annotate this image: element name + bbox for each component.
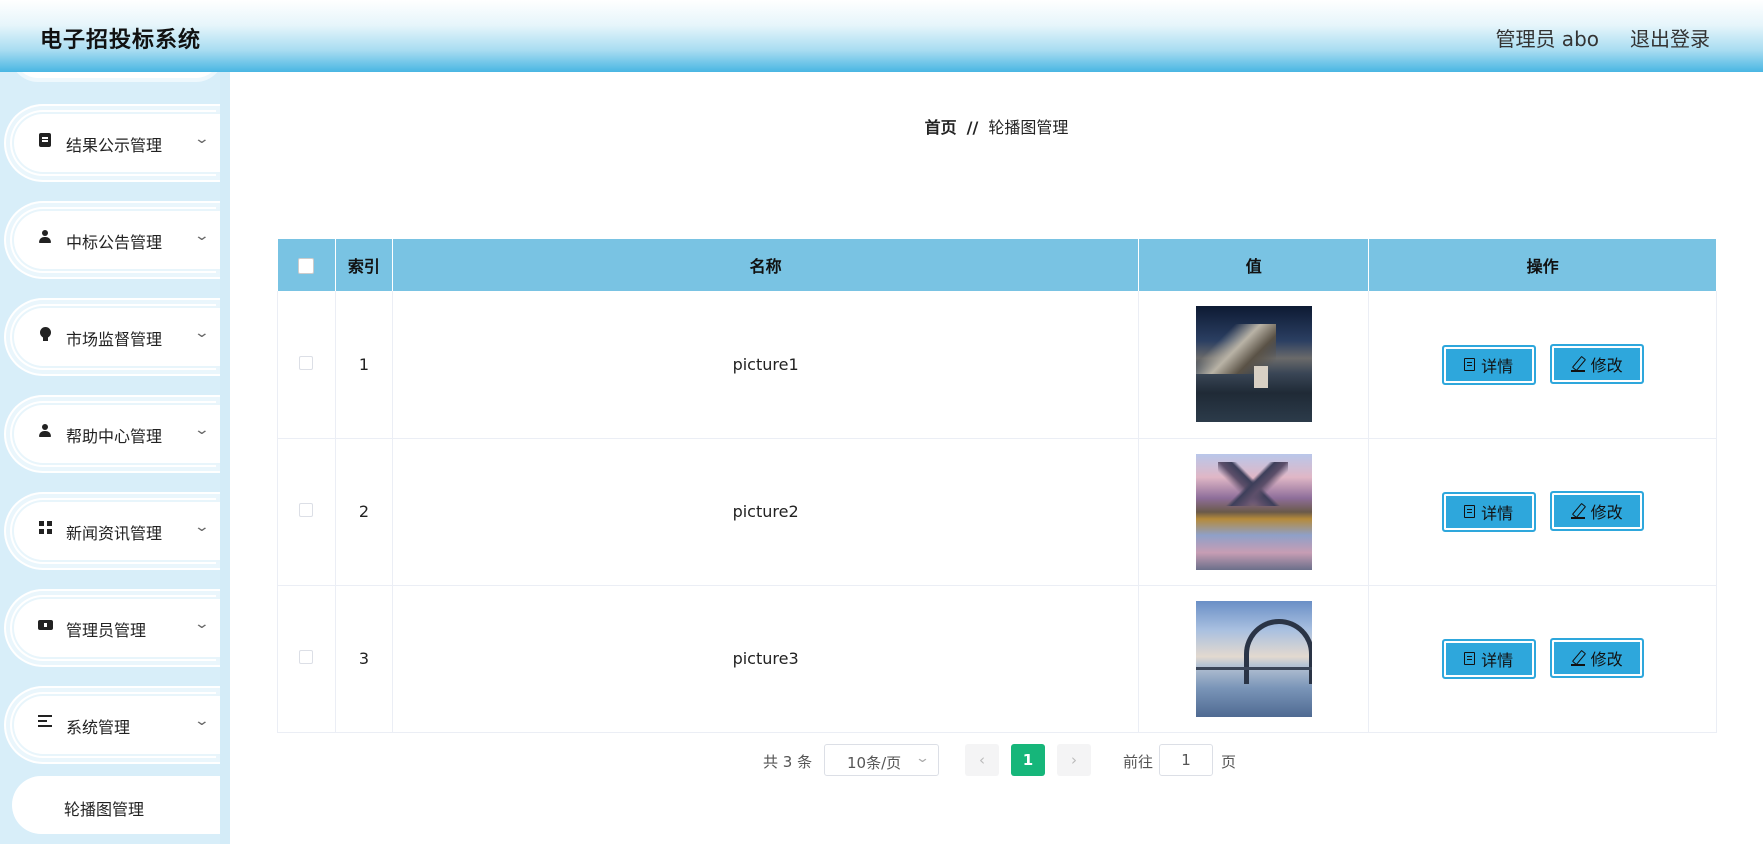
pencil-icon bbox=[1570, 357, 1585, 372]
page-size-select[interactable]: 10条/页 ⌄ bbox=[824, 744, 939, 776]
sidebar-subitem-carousel[interactable]: 轮播图管理 bbox=[12, 776, 220, 834]
row-name: picture2 bbox=[392, 438, 1140, 586]
edit-button[interactable]: 修改 bbox=[1549, 491, 1644, 532]
current-user: 管理员 abo bbox=[1495, 27, 1599, 51]
goto-page-input[interactable] bbox=[1159, 744, 1213, 776]
goto-label: 前往 bbox=[1123, 753, 1154, 771]
prev-page-button[interactable]: ‹ bbox=[965, 744, 999, 776]
user-icon bbox=[37, 230, 53, 246]
list-icon bbox=[37, 715, 53, 731]
page-suffix: 页 bbox=[1221, 753, 1237, 771]
row-checkbox[interactable] bbox=[299, 650, 314, 664]
breadcrumb: 首页 // 轮播图管理 bbox=[230, 114, 1763, 138]
sidebar-item-label: 管理员管理 bbox=[66, 621, 147, 640]
breadcrumb-current: 轮播图管理 bbox=[988, 118, 1069, 137]
sidebar-item-label: 系统管理 bbox=[66, 718, 131, 737]
detail-button[interactable]: 详情 bbox=[1441, 344, 1536, 385]
main-content: 首页//轮播图管理 索引 名称 值 操作 1 picture1 详情 修改 2 … bbox=[230, 72, 1763, 844]
chevron-down-icon: ⌄ bbox=[193, 422, 211, 438]
sidebar-item-help-center[interactable]: 帮助中心管理 ⌄ bbox=[6, 397, 220, 471]
sidebar-item-label: 中标公告管理 bbox=[66, 233, 163, 252]
thumbnail-image[interactable] bbox=[1195, 453, 1312, 570]
table-row: 3 picture3 详情 修改 bbox=[277, 585, 1717, 733]
sidebar: 结果公示管理 ⌄ 中标公告管理 ⌄ 市场监督管理 ⌄ 帮助中心管理 ⌄ 新闻资讯… bbox=[0, 72, 230, 844]
header-select-cell bbox=[277, 239, 336, 291]
row-checkbox[interactable] bbox=[299, 355, 314, 370]
sidebar-item-result-notice[interactable]: 结果公示管理 ⌄ bbox=[6, 106, 220, 180]
thumbnail-image[interactable] bbox=[1195, 600, 1312, 717]
sidebar-item-partial[interactable] bbox=[14, 72, 220, 78]
sidebar-scrollbar[interactable] bbox=[220, 72, 230, 844]
chevron-down-icon: ⌄ bbox=[193, 616, 211, 632]
pagination-total: 共 3 条 bbox=[763, 753, 813, 771]
row-name: picture3 bbox=[392, 585, 1140, 733]
column-header-index: 索引 bbox=[335, 239, 393, 291]
page-number-current[interactable]: 1 bbox=[1011, 744, 1045, 776]
next-page-button[interactable]: › bbox=[1057, 744, 1091, 776]
chevron-down-icon: ⌄ bbox=[193, 228, 211, 244]
document-icon bbox=[1464, 358, 1476, 371]
row-index: 3 bbox=[335, 585, 393, 733]
sidebar-item-system[interactable]: 系统管理 ⌄ bbox=[6, 688, 220, 762]
sidebar-item-award-notice[interactable]: 中标公告管理 ⌄ bbox=[6, 203, 220, 277]
row-name: picture1 bbox=[392, 291, 1140, 439]
top-header: 电子招投标系统 管理员 abo 退出登录 bbox=[0, 0, 1763, 72]
person-icon bbox=[37, 424, 53, 440]
carousel-table: 索引 名称 值 操作 1 picture1 详情 修改 2 picture2 详… bbox=[277, 239, 1717, 733]
document-icon bbox=[1464, 652, 1476, 666]
row-checkbox[interactable] bbox=[299, 503, 314, 517]
logout-link[interactable]: 退出登录 bbox=[1630, 23, 1710, 52]
chevron-down-icon: ⌄ bbox=[193, 519, 211, 535]
select-all-checkbox[interactable] bbox=[298, 258, 315, 274]
sidebar-item-label: 新闻资讯管理 bbox=[66, 524, 163, 543]
detail-button[interactable]: 详情 bbox=[1441, 491, 1536, 532]
sidebar-item-label: 结果公示管理 bbox=[66, 136, 163, 155]
column-header-actions: 操作 bbox=[1368, 239, 1717, 291]
ticket-icon bbox=[37, 618, 53, 634]
breadcrumb-home[interactable]: 首页 bbox=[925, 118, 957, 137]
sidebar-item-label: 帮助中心管理 bbox=[66, 427, 163, 446]
document-icon bbox=[1464, 505, 1476, 519]
sidebar-subitem-label: 轮播图管理 bbox=[64, 800, 145, 819]
bulb-icon bbox=[37, 327, 53, 343]
grid-icon bbox=[37, 521, 53, 537]
row-index: 1 bbox=[335, 291, 393, 439]
table-header-row: 索引 名称 值 操作 bbox=[277, 239, 1717, 291]
sidebar-item-news[interactable]: 新闻资讯管理 ⌄ bbox=[6, 494, 220, 568]
pencil-icon bbox=[1570, 504, 1585, 519]
pencil-icon bbox=[1570, 651, 1585, 666]
sidebar-item-admin[interactable]: 管理员管理 ⌄ bbox=[6, 591, 220, 665]
detail-button[interactable]: 详情 bbox=[1441, 638, 1536, 679]
app-title: 电子招投标系统 bbox=[40, 28, 202, 53]
chevron-down-icon: ⌄ bbox=[193, 131, 211, 147]
table-row: 2 picture2 详情 修改 bbox=[277, 438, 1717, 586]
chevron-down-icon: ⌄ bbox=[193, 713, 211, 729]
sidebar-item-market-supervision[interactable]: 市场监督管理 ⌄ bbox=[6, 300, 220, 374]
breadcrumb-separator: // bbox=[966, 118, 979, 137]
edit-button[interactable]: 修改 bbox=[1549, 344, 1644, 384]
clipboard-icon bbox=[37, 133, 53, 149]
edit-button[interactable]: 修改 bbox=[1549, 638, 1644, 679]
table-row: 1 picture1 详情 修改 bbox=[277, 291, 1717, 439]
row-index: 2 bbox=[335, 438, 393, 586]
sidebar-item-label: 市场监督管理 bbox=[66, 330, 163, 349]
chevron-down-icon: ⌄ bbox=[914, 751, 931, 766]
pagination: 共 3 条 10条/页 ⌄ ‹ 1 › 前往 页 bbox=[230, 744, 1763, 776]
column-header-value: 值 bbox=[1138, 239, 1370, 291]
thumbnail-image[interactable] bbox=[1195, 306, 1312, 423]
column-header-name: 名称 bbox=[392, 239, 1140, 291]
chevron-down-icon: ⌄ bbox=[193, 325, 211, 341]
